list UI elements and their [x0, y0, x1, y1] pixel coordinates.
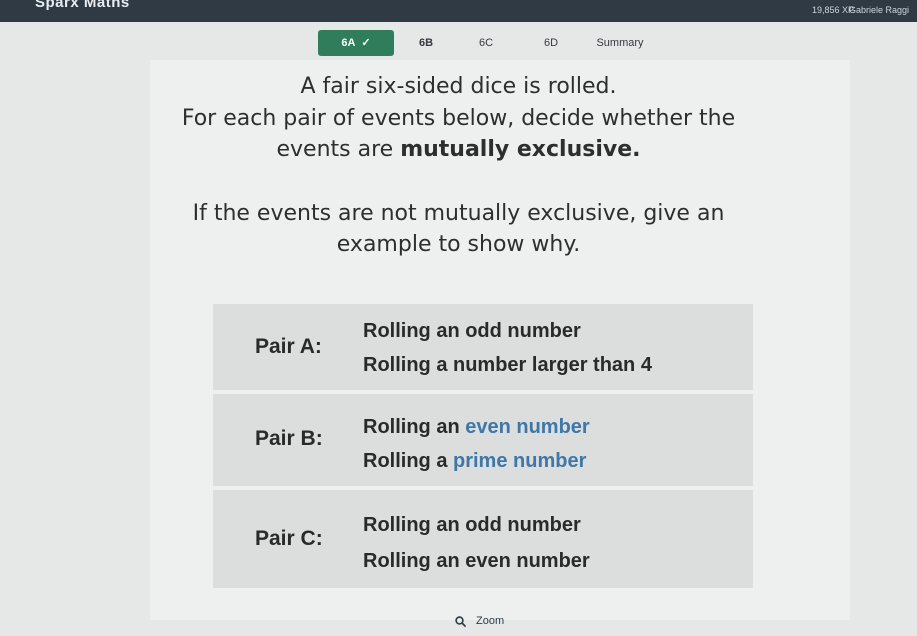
pair-b-card: Pair B: Rolling an even number Rolling a…	[213, 394, 753, 486]
xp-counter: 19,856 XP	[812, 5, 855, 15]
pair-b-event-2-text: Rolling a	[363, 450, 453, 472]
pair-b-label: Pair B:	[255, 427, 323, 450]
user-name[interactable]: Gabriele Raggi	[849, 5, 909, 15]
question-line-1: A fair six-sided dice is rolled.	[300, 74, 617, 99]
top-bar: Sparx Maths 19,856 XP Gabriele Raggi	[0, 0, 917, 22]
brand-logo[interactable]: Sparx Maths	[35, 0, 130, 11]
tab-6b[interactable]: 6B	[398, 30, 454, 56]
pair-b-event-1-text: Rolling an	[363, 416, 466, 438]
zoom-button[interactable]: Zoom	[455, 612, 504, 630]
search-icon	[455, 615, 466, 627]
pair-c-event-2: Rolling an even number	[363, 550, 590, 572]
tab-label: 6A	[341, 37, 356, 49]
question-line-3: events are mutually exclusive.	[0, 137, 917, 162]
mutually-exclusive-term: mutually exclusive.	[400, 137, 641, 162]
tab-6c[interactable]: 6C	[460, 30, 512, 56]
pair-a-label: Pair A:	[255, 335, 322, 358]
tab-summary[interactable]: Summary	[580, 30, 660, 56]
check-icon: ✓	[361, 37, 371, 49]
question-line-5: example to show why.	[336, 232, 581, 257]
pair-b-event-2-highlight: prime number	[453, 450, 587, 472]
pair-b-event-1: Rolling an even number	[363, 416, 590, 439]
pair-a-card: Pair A: Rolling an odd number Rolling a …	[213, 304, 753, 390]
pair-c-card: Pair C: Rolling an odd number Rolling an…	[213, 490, 753, 588]
pair-c-label: Pair C:	[255, 527, 323, 550]
pair-c-event-1: Rolling an odd number	[363, 514, 581, 536]
tab-6a[interactable]: 6A ✓	[318, 30, 394, 56]
zoom-label: Zoom	[476, 615, 505, 627]
pair-a-event-2: Rolling a number larger than 4	[363, 354, 652, 376]
question-line-4: If the events are not mutually exclusive…	[192, 201, 725, 226]
tab-6d[interactable]: 6D	[526, 30, 576, 56]
task-tabs: 6A ✓ 6B 6C 6D Summary	[318, 30, 678, 56]
pair-b-event-1-highlight: even number	[465, 416, 590, 438]
pair-b-event-2: Rolling a prime number	[363, 450, 586, 473]
question-line-2: For each pair of events below, decide wh…	[181, 106, 736, 131]
question-line-3-text: events are	[276, 137, 401, 162]
pair-a-event-1: Rolling an odd number	[363, 320, 581, 342]
